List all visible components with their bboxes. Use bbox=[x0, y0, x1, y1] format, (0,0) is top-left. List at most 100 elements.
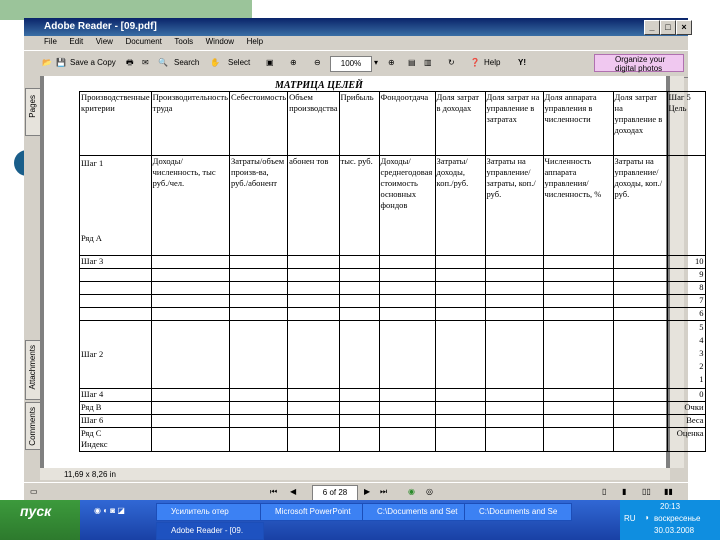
score-value: 4 bbox=[699, 335, 704, 345]
comments-tab-label: Comments bbox=[28, 407, 37, 446]
header-cell: Доля аппарата управления в численности bbox=[542, 91, 614, 156]
header-cell: Доля затрат на управление в доходах bbox=[612, 91, 668, 156]
score-value: 5 bbox=[699, 322, 704, 332]
menu-tools[interactable]: Tools bbox=[174, 37, 193, 46]
menu-view[interactable]: View bbox=[96, 37, 113, 46]
fit-width-icon[interactable]: ▥ bbox=[424, 56, 432, 70]
score-value: 3 bbox=[699, 348, 704, 358]
maximize-button[interactable]: □ bbox=[660, 20, 676, 35]
select-tool-button[interactable]: Select bbox=[228, 56, 250, 70]
pages-tab[interactable]: Pages bbox=[25, 88, 41, 136]
menu-window[interactable]: Window bbox=[206, 37, 234, 46]
hand-tool-icon[interactable]: ✋ bbox=[210, 56, 220, 70]
single-page-icon[interactable]: ▯ bbox=[602, 485, 606, 499]
score-row: 7 bbox=[79, 294, 706, 308]
clock-date: 30.03.2008 bbox=[654, 526, 695, 535]
header-cell: Доля затрат в доходах bbox=[434, 91, 486, 156]
menu-file[interactable]: File bbox=[44, 37, 57, 46]
menu-document[interactable]: Document bbox=[125, 37, 161, 46]
score-value: 2 bbox=[699, 361, 704, 371]
points-label: Очки bbox=[666, 401, 706, 415]
step3-label: Шаг 3 bbox=[79, 255, 152, 269]
step6-row: Шаг 6 Веса bbox=[79, 414, 706, 428]
continuous-icon[interactable]: ▮ bbox=[622, 485, 626, 499]
start-button[interactable]: пуск bbox=[0, 500, 80, 540]
zoom-dropdown-icon[interactable]: ▾ bbox=[374, 56, 378, 70]
formula-cell: Доходы/среднегодовая стоимость основных … bbox=[378, 155, 436, 256]
score-row: Шаг 3 10 bbox=[79, 255, 706, 269]
quick-launch-icons[interactable]: ◉ ◐ ◙ ◪ bbox=[94, 504, 125, 518]
layout-icon[interactable]: ▭ bbox=[30, 485, 38, 499]
step2-label: Шаг 2 bbox=[79, 320, 152, 389]
background-green-bar bbox=[0, 0, 252, 20]
snapshot-icon[interactable]: ▣ bbox=[266, 56, 274, 70]
volume-icon[interactable]: ◑ bbox=[644, 513, 649, 522]
search-button[interactable]: Search bbox=[174, 56, 199, 70]
zoom-in-button-icon[interactable]: ⊕ bbox=[388, 56, 395, 70]
task-button[interactable]: Усилитель отер bbox=[156, 503, 264, 521]
attachments-tab[interactable]: Attachments bbox=[25, 340, 41, 400]
save-copy-button[interactable]: Save a Copy bbox=[70, 56, 116, 70]
page-number-field[interactable]: 6 of 28 bbox=[312, 485, 358, 501]
menu-edit[interactable]: Edit bbox=[69, 37, 83, 46]
row-a-label: Ряд А bbox=[81, 233, 102, 243]
step2-row: Шаг 2 5 4 3 2 1 bbox=[79, 320, 706, 389]
task-button[interactable]: C:\Documents and Set bbox=[362, 503, 470, 521]
header-cell: Производительность труда bbox=[150, 91, 231, 156]
system-tray: RU ◑ 20:13 воскресенье 30.03.2008 bbox=[620, 500, 720, 540]
continuous-facing-icon[interactable]: ▮▮ bbox=[664, 485, 673, 499]
go-back-icon[interactable]: ◉ bbox=[408, 485, 415, 499]
yahoo-icon[interactable]: Y! bbox=[518, 56, 526, 70]
header-cell: Объем производства bbox=[287, 91, 340, 156]
task-button-active[interactable]: Adobe Reader - [09. bbox=[156, 522, 264, 540]
pages-tab-label: Pages bbox=[28, 95, 37, 118]
close-button[interactable]: × bbox=[676, 20, 692, 35]
zoom-in-icon[interactable]: ⊕ bbox=[290, 56, 297, 70]
menu-help[interactable]: Help bbox=[247, 37, 263, 46]
zoom-level-select[interactable]: 100% bbox=[330, 56, 372, 72]
email-icon[interactable]: ✉ bbox=[142, 56, 149, 70]
formula-cell: Численность аппарата управления/численно… bbox=[542, 155, 614, 256]
next-page-icon[interactable]: ▶ bbox=[364, 485, 370, 499]
score-row: 6 bbox=[79, 307, 706, 321]
save-copy-icon[interactable]: 💾 bbox=[56, 56, 66, 70]
open-icon[interactable]: 📂 bbox=[42, 56, 52, 70]
weight-label: Веса bbox=[666, 414, 706, 428]
zoom-out-icon[interactable]: ⊖ bbox=[314, 56, 321, 70]
score-value: 1 bbox=[699, 374, 704, 384]
help-icon[interactable]: ❓ bbox=[470, 56, 480, 70]
formula-cell: абонен тов bbox=[287, 155, 340, 256]
comments-tab[interactable]: Comments bbox=[25, 402, 41, 450]
photo-album-ad[interactable]: Organize your digital photos bbox=[594, 54, 684, 73]
first-page-icon[interactable]: ⏮ bbox=[270, 485, 277, 499]
rotate-icon[interactable]: ↻ bbox=[448, 56, 455, 70]
row-label: Шаг 1 Ряд А bbox=[79, 155, 152, 256]
formula-cell: Доходы/численность, тыс руб./чел. bbox=[150, 155, 231, 256]
row-b-label: Ряд В bbox=[79, 401, 152, 415]
help-button[interactable]: Help bbox=[484, 56, 500, 70]
horizontal-scrollbar[interactable] bbox=[40, 468, 670, 480]
windows-taskbar: пуск ◉ ◐ ◙ ◪ Усилитель отер Adobe Reader… bbox=[0, 500, 720, 540]
task-button[interactable]: Microsoft PowerPoint bbox=[260, 503, 368, 521]
score-value: 6 bbox=[666, 307, 706, 321]
fit-page-icon[interactable]: ▤ bbox=[408, 56, 416, 70]
score-value: 0 bbox=[666, 388, 706, 402]
formula-cell: Затраты/доходы, коп./руб. bbox=[434, 155, 486, 256]
header-cell: Доля затрат на управление в затратах bbox=[484, 91, 544, 156]
score-row: 8 bbox=[79, 281, 706, 295]
language-indicator[interactable]: RU bbox=[624, 514, 636, 523]
score-stack: 5 4 3 2 1 bbox=[666, 320, 706, 389]
prev-page-icon[interactable]: ◀ bbox=[290, 485, 296, 499]
facing-icon[interactable]: ▯▯ bbox=[642, 485, 651, 499]
toolbar: 📂 💾 Save a Copy 🖶 ✉ 🔍 Search ✋ Select ▣ … bbox=[24, 50, 688, 78]
window-titlebar: Adobe Reader - [09.pdf] _ □ × bbox=[24, 18, 692, 36]
print-icon[interactable]: 🖶 bbox=[126, 56, 134, 70]
minimize-button[interactable]: _ bbox=[644, 20, 660, 35]
go-forward-icon[interactable]: ◎ bbox=[426, 485, 433, 499]
row-c-cell: Ряд С Индекс bbox=[79, 427, 152, 452]
last-page-icon[interactable]: ⏭ bbox=[380, 485, 387, 499]
row-c-label: Ряд С bbox=[81, 428, 102, 439]
task-button[interactable]: C:\Documents and Se bbox=[464, 503, 572, 521]
search-icon[interactable]: 🔍 bbox=[158, 56, 168, 70]
formula-cell bbox=[666, 155, 706, 256]
